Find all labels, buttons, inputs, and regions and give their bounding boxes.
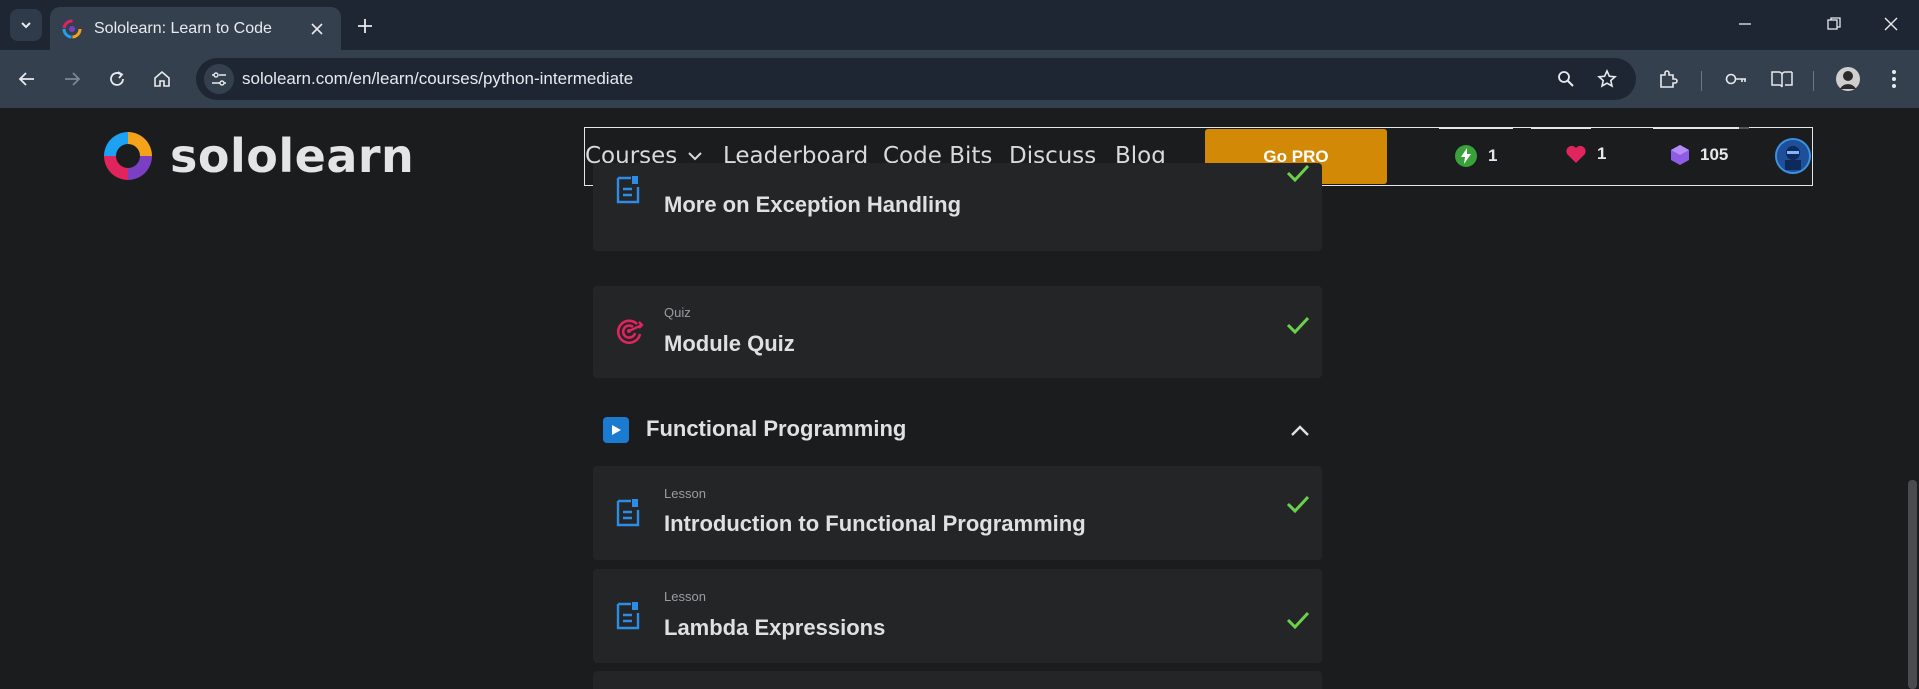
browser-toolbar: sololearn.com/en/learn/courses/python-in… xyxy=(0,50,1919,108)
restore-button[interactable] xyxy=(1814,8,1854,40)
checkmark-icon xyxy=(1286,316,1310,335)
arrow-right-icon xyxy=(65,72,81,86)
divider xyxy=(1653,127,1739,129)
chevron-down-icon xyxy=(21,22,31,29)
tab-title: Sololearn: Learn to Code xyxy=(94,19,272,37)
chevron-up-icon[interactable] xyxy=(1289,420,1311,442)
lesson-title: Introduction to Functional Programming xyxy=(664,511,1086,536)
quiz-target-icon xyxy=(616,319,644,345)
key-icon xyxy=(1725,73,1746,85)
book-icon xyxy=(1771,71,1793,88)
bits-count: 105 xyxy=(1700,145,1729,164)
card-kind: Lesson xyxy=(664,589,706,604)
lesson-card[interactable]: More on Exception Handling xyxy=(593,163,1322,251)
checkmark-icon xyxy=(1286,611,1310,630)
lesson-title: Lambda Expressions xyxy=(664,615,886,640)
minimize-button[interactable] xyxy=(1725,8,1765,40)
lesson-document-icon xyxy=(616,176,640,204)
tune-icon xyxy=(212,72,226,86)
checkmark-icon xyxy=(1286,164,1310,183)
streak-counter[interactable]: 1 xyxy=(1454,144,1497,168)
lesson-card[interactable]: Lesson Introduction to Functional Progra… xyxy=(593,466,1322,560)
browser-tab-active[interactable]: Sololearn: Learn to Code xyxy=(50,7,341,50)
avatar-image-icon xyxy=(1777,140,1809,172)
hearts-counter[interactable]: 1 xyxy=(1565,144,1606,164)
reload-button[interactable] xyxy=(103,65,131,93)
restore-icon xyxy=(1827,17,1841,30)
toolbar-separator xyxy=(1701,71,1702,91)
sololearn-logo-icon xyxy=(104,132,152,180)
arrow-left-icon xyxy=(18,72,34,86)
zoom-icon xyxy=(1558,71,1574,87)
checkmark-icon xyxy=(1286,495,1310,514)
divider xyxy=(1739,127,1749,129)
star-icon xyxy=(1597,69,1617,88)
reading-mode-button[interactable] xyxy=(1768,65,1796,93)
plus-icon xyxy=(358,19,372,33)
divider xyxy=(1531,127,1591,129)
section-title: Functional Programming xyxy=(646,416,907,441)
toolbar-separator xyxy=(1813,71,1814,91)
zoom-button[interactable] xyxy=(1552,65,1580,93)
lesson-card[interactable] xyxy=(593,671,1322,689)
home-icon xyxy=(154,70,170,87)
lesson-card[interactable]: Lesson Lambda Expressions xyxy=(593,569,1322,663)
module-section-header[interactable]: Functional Programming xyxy=(603,408,1313,454)
home-button[interactable] xyxy=(148,65,176,93)
forward-button[interactable] xyxy=(58,65,86,93)
play-icon xyxy=(603,417,629,443)
bits-counter[interactable]: 105 xyxy=(1670,144,1728,166)
lesson-title: More on Exception Handling xyxy=(664,192,962,217)
tab-close-button[interactable] xyxy=(305,17,329,41)
scrollbar-thumb[interactable] xyxy=(1908,480,1917,689)
page-content: sololearn Courses Leaderboard Code Bits … xyxy=(0,108,1919,689)
close-icon xyxy=(1884,17,1898,31)
minimize-icon xyxy=(1739,23,1751,25)
lightning-icon xyxy=(1455,145,1477,167)
profile-avatar-icon xyxy=(1836,67,1860,91)
site-logo[interactable]: sololearn xyxy=(100,128,414,184)
hearts-count: 1 xyxy=(1597,144,1607,163)
card-kind: Quiz xyxy=(664,305,691,320)
passwords-button[interactable] xyxy=(1722,65,1750,93)
heart-icon xyxy=(1566,145,1586,163)
back-button[interactable] xyxy=(13,65,41,93)
lesson-document-icon xyxy=(616,499,640,527)
streak-count: 1 xyxy=(1488,146,1498,165)
divider xyxy=(1439,127,1513,129)
reload-icon xyxy=(110,71,124,86)
tab-search-button[interactable] xyxy=(10,9,42,41)
bits-cube-icon xyxy=(1671,145,1689,165)
brand-wordmark: sololearn xyxy=(170,129,415,183)
close-icon xyxy=(311,22,323,35)
more-vertical-icon xyxy=(1892,70,1896,88)
bookmark-button[interactable] xyxy=(1593,65,1621,93)
browser-menu-button[interactable] xyxy=(1880,65,1908,93)
close-window-button[interactable] xyxy=(1871,8,1911,40)
site-info-button[interactable] xyxy=(204,64,234,94)
profile-button[interactable] xyxy=(1834,65,1862,93)
puzzle-icon xyxy=(1660,70,1678,88)
extensions-button[interactable] xyxy=(1654,65,1682,93)
lesson-document-icon xyxy=(616,602,640,630)
address-bar[interactable]: sololearn.com/en/learn/courses/python-in… xyxy=(196,58,1636,100)
url-text[interactable]: sololearn.com/en/learn/courses/python-in… xyxy=(242,69,633,89)
browser-tab-strip: Sololearn: Learn to Code xyxy=(0,0,1919,50)
chevron-down-icon xyxy=(688,152,702,161)
card-kind: Lesson xyxy=(664,486,706,501)
quiz-card[interactable]: Quiz Module Quiz xyxy=(593,286,1322,378)
sololearn-favicon-icon xyxy=(62,19,82,38)
new-tab-button[interactable] xyxy=(352,13,378,39)
lesson-title: Module Quiz xyxy=(664,331,795,356)
user-avatar[interactable] xyxy=(1775,138,1811,174)
